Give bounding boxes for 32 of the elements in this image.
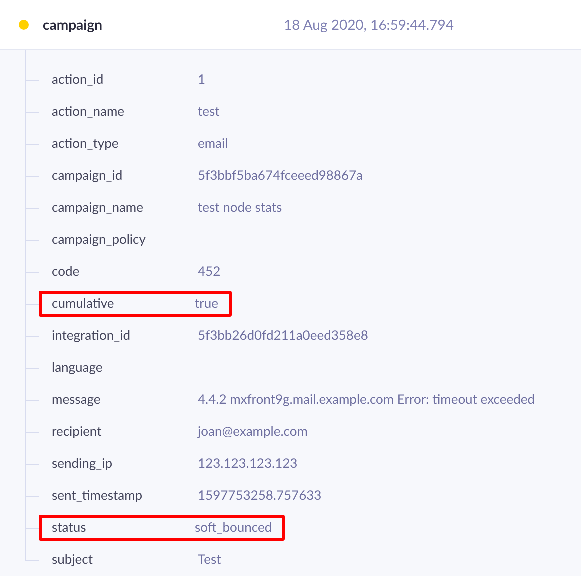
field-value: email [198,134,228,154]
field-key: language [52,358,198,378]
field-value: test node stats [198,198,282,218]
field-value: 123.123.123.123 [198,454,298,474]
field-key: campaign_policy [52,230,198,250]
field-key: action_name [52,102,198,122]
field-value: 4.4.2 mxfront9g.mail.example.com Error: timeout exceeded [198,390,535,410]
field-value: 5f3bbf5ba674fceeed98867a [198,166,364,186]
field-key: campaign_name [52,198,198,218]
field-key: integration_id [52,326,198,346]
field-key: campaign_id [52,166,198,186]
field-value: 1 [198,70,206,90]
field-key: message [52,390,198,410]
event-timestamp: 18 Aug 2020, 16:59:44.794 [284,15,454,35]
field-key: sent_timestamp [52,486,198,506]
field-value: true [195,294,219,314]
field-key: status [52,518,195,538]
field-key: cumulative [52,294,195,314]
event-name: campaign [43,15,104,35]
field-key: subject [52,550,198,570]
field-value: 1597753258.757633 [198,486,322,506]
field-key: action_id [52,70,198,90]
field-value: joan@example.com [198,422,308,442]
field-key: sending_ip [52,454,198,474]
field-value: Test [198,550,222,570]
field-key: recipient [52,422,198,442]
field-value: 5f3bb26d0fd211a0eed358e8 [198,326,368,346]
field-value: soft_bounced [195,518,272,538]
field-value: test [198,102,220,122]
field-value: 452 [198,262,221,282]
field-key: code [52,262,198,282]
field-key: action_type [52,134,198,154]
